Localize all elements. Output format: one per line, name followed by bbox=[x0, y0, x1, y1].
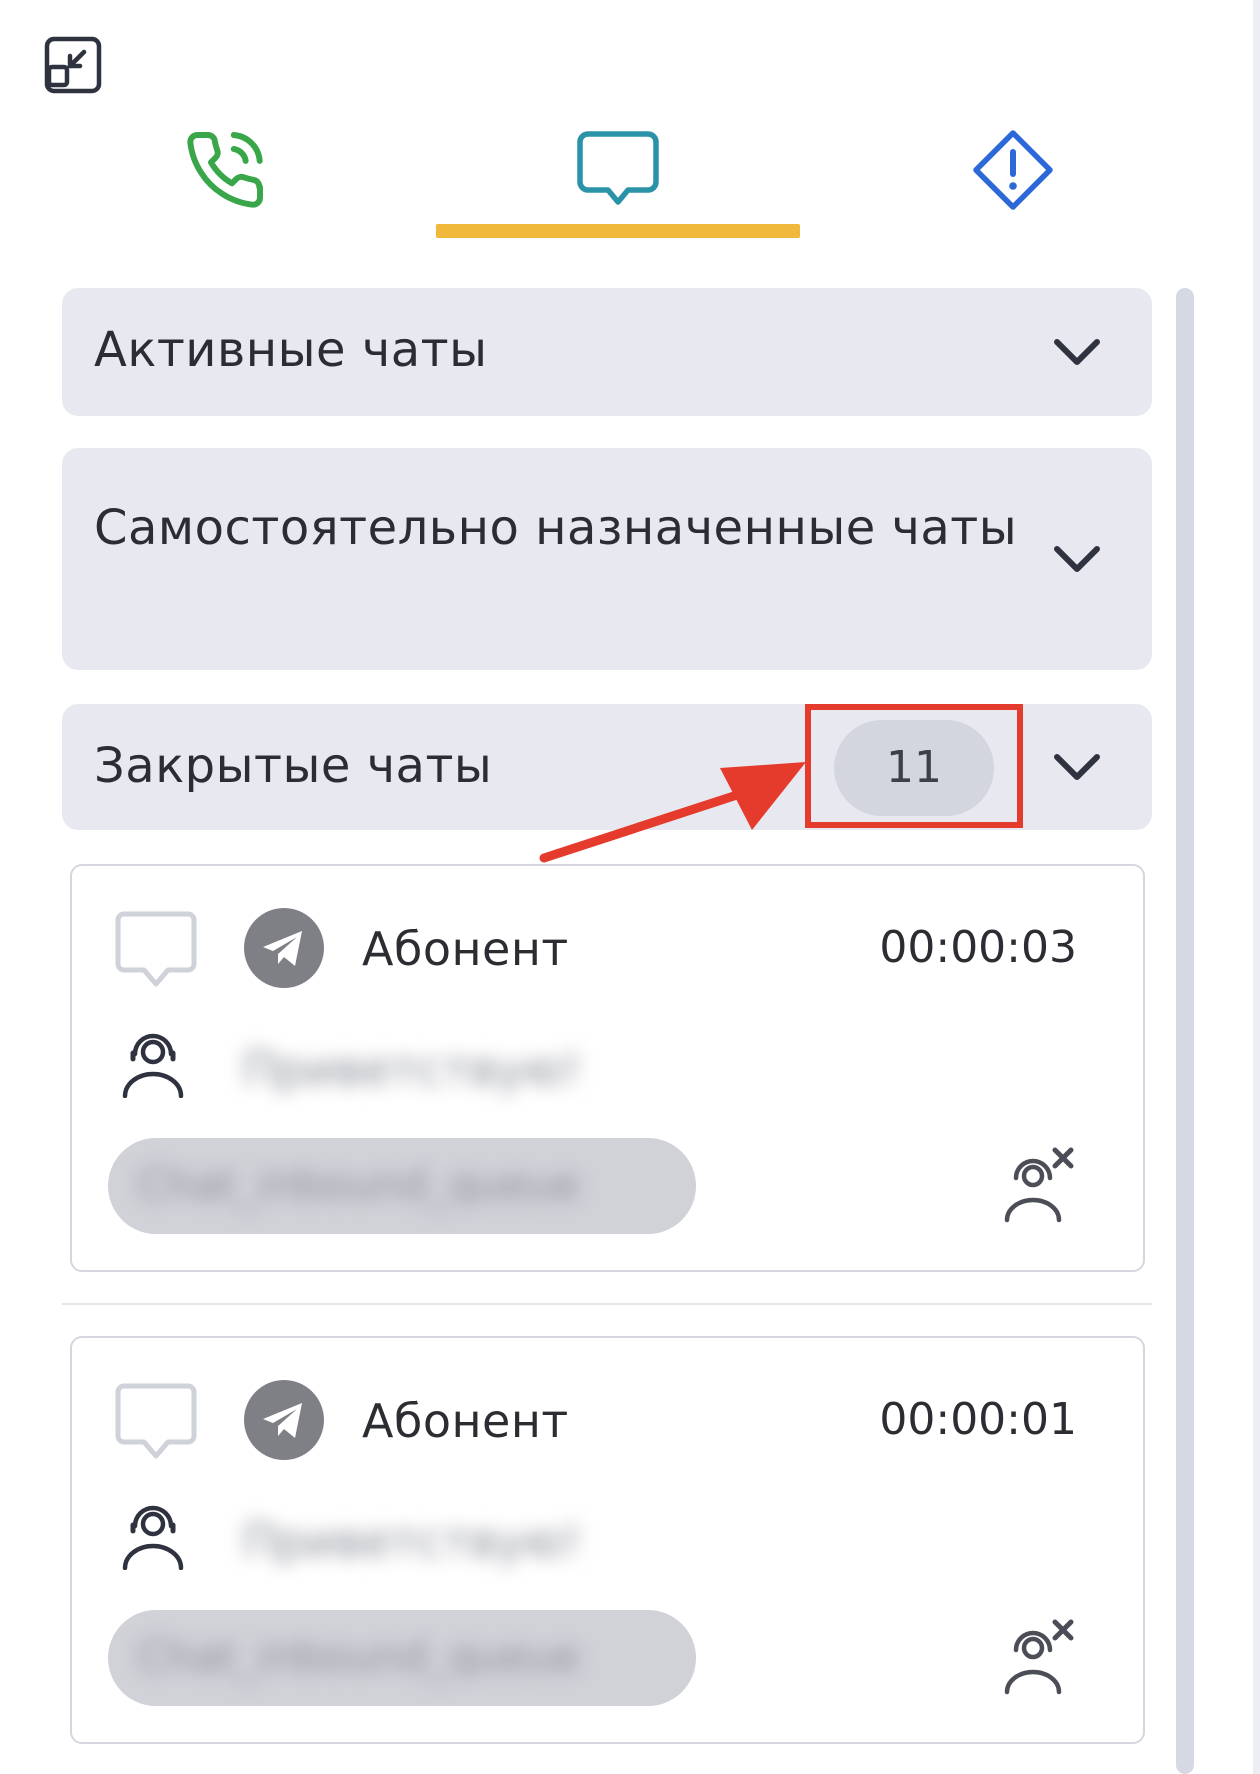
tab-alerts[interactable] bbox=[908, 100, 1118, 240]
minimize-window-icon bbox=[44, 36, 102, 94]
queue-name: Chat_inbound_queue bbox=[138, 1632, 581, 1681]
card-divider bbox=[62, 1303, 1152, 1305]
telegram-icon bbox=[244, 1380, 324, 1460]
closed-chats-count-badge: 11 bbox=[834, 720, 994, 816]
chevron-down-icon bbox=[1054, 339, 1100, 365]
minimize-button[interactable] bbox=[44, 36, 102, 94]
chat-bubble-icon bbox=[577, 131, 659, 205]
section-title: Самостоятельно назначенные чаты bbox=[94, 500, 1018, 556]
channel-tabs bbox=[0, 100, 1200, 250]
tab-chats[interactable] bbox=[436, 100, 800, 240]
last-message-preview: Приветствую! bbox=[242, 1514, 582, 1568]
section-active-chats[interactable]: Активные чаты bbox=[62, 288, 1152, 416]
scrollbar[interactable] bbox=[1176, 288, 1194, 1774]
unassign-agent-icon[interactable] bbox=[1001, 1618, 1077, 1696]
chat-status-bubble-icon bbox=[115, 1383, 197, 1459]
chevron-down-icon bbox=[1054, 546, 1100, 572]
chat-duration: 00:00:03 bbox=[879, 922, 1077, 973]
chat-card[interactable]: Абонент 00:00:01 Приветствую! Chat_inbou… bbox=[70, 1336, 1145, 1744]
section-closed-chats[interactable]: Закрытые чаты 11 bbox=[62, 704, 1152, 830]
chevron-down-icon bbox=[1054, 754, 1100, 780]
chat-duration: 00:00:01 bbox=[879, 1394, 1077, 1445]
chat-card[interactable]: Абонент 00:00:03 Приветствую! Chat_inbou… bbox=[70, 864, 1145, 1272]
active-tab-indicator bbox=[436, 224, 800, 238]
alert-diamond-icon bbox=[973, 130, 1053, 210]
queue-badge: Chat_inbound_queue bbox=[108, 1138, 696, 1234]
subscriber-name: Абонент bbox=[362, 922, 569, 976]
agent-headset-icon bbox=[122, 1505, 184, 1570]
section-self-assigned-chats[interactable]: Самостоятельно назначенные чаты bbox=[62, 448, 1152, 670]
panel-edge bbox=[1253, 0, 1260, 1774]
phone-icon bbox=[187, 132, 263, 208]
agent-headset-icon bbox=[122, 1033, 184, 1098]
queue-name: Chat_inbound_queue bbox=[138, 1160, 581, 1209]
subscriber-name: Абонент bbox=[362, 1394, 569, 1448]
unassign-agent-icon[interactable] bbox=[1001, 1146, 1077, 1224]
queue-badge: Chat_inbound_queue bbox=[108, 1610, 696, 1706]
telegram-icon bbox=[244, 908, 324, 988]
chat-status-bubble-icon bbox=[115, 911, 197, 987]
section-title: Закрытые чаты bbox=[94, 738, 493, 794]
last-message-preview: Приветствую! bbox=[242, 1042, 582, 1096]
section-title: Активные чаты bbox=[94, 322, 488, 378]
tab-calls[interactable] bbox=[120, 100, 330, 240]
